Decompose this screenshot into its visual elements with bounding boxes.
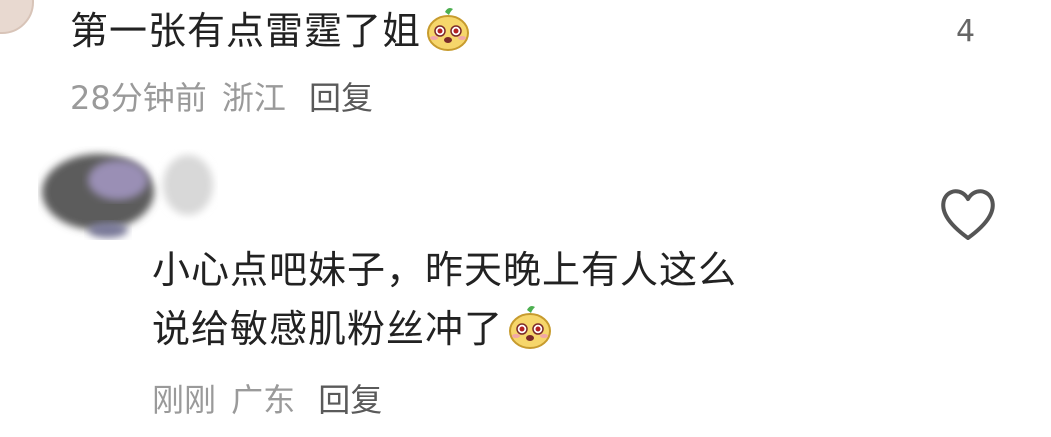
comment-meta: 28分钟前 浙江 回复 — [70, 78, 373, 118]
avatar[interactable] — [0, 0, 34, 34]
comment-meta: 刚刚 广东 回复 — [152, 380, 382, 420]
heart-outline-icon[interactable] — [938, 186, 998, 242]
comment-time: 28分钟前 — [70, 79, 207, 117]
comment-text-line: 小心点吧妹子，昨天晚上有人这么 — [152, 248, 738, 292]
comment-location: 广东 — [231, 381, 296, 419]
reply-button[interactable]: 回复 — [309, 79, 373, 117]
reply-button[interactable]: 回复 — [318, 381, 382, 419]
comment-text-line: 说给敏感肌粉丝冲了 — [152, 304, 553, 353]
avatar[interactable] — [38, 140, 228, 240]
pear-emoji-icon — [427, 8, 470, 51]
like-count: 4 — [956, 14, 976, 49]
pear-emoji-icon — [509, 306, 552, 349]
comment-location: 浙江 — [221, 79, 286, 117]
comment-time: 刚刚 — [152, 381, 217, 419]
comment-text: 第一张有点雷霆了姐 — [70, 6, 471, 55]
